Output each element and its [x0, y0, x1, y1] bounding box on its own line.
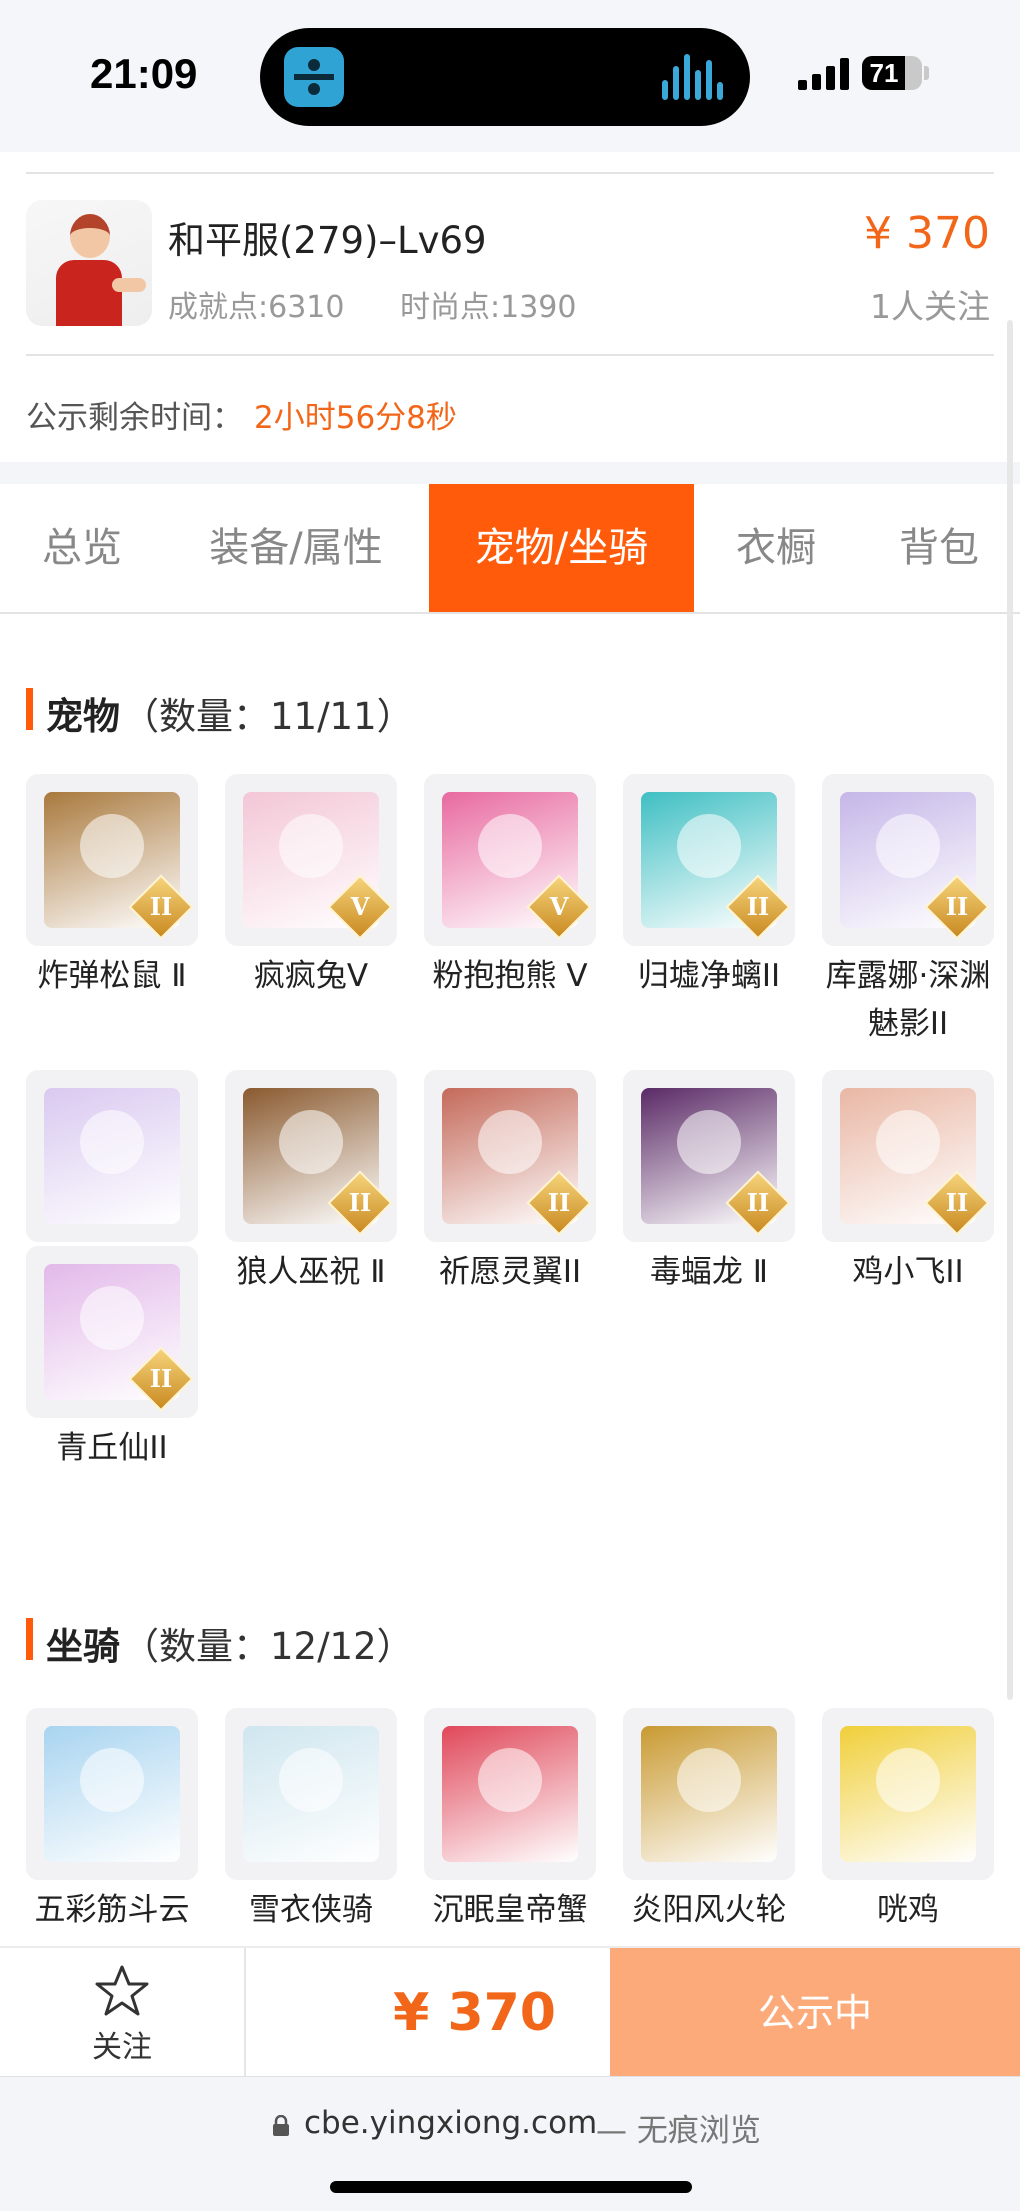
item-thumbnail: II — [26, 774, 198, 946]
item-thumbnail: V — [424, 774, 596, 946]
browser-address-bar[interactable]: cbe.yingxiong.com — 无痕浏览 — [0, 2076, 1020, 2211]
item-name: 咣鸡 — [877, 1892, 939, 1928]
tab-backpack[interactable]: 背包 — [858, 484, 1020, 612]
achievement-points: 成就点:6310 — [168, 290, 345, 325]
item-name: 祈愿灵翼II — [438, 1254, 582, 1290]
item-name: 疯疯兔V — [253, 958, 369, 994]
clock: 21:09 — [90, 50, 198, 97]
item-thumbnail — [26, 1708, 198, 1880]
battery-percent: 71 — [869, 58, 899, 88]
item-name: 炎阳风火轮 — [631, 1892, 787, 1928]
grade-text: II — [348, 1188, 372, 1217]
grade-text: II — [945, 892, 969, 921]
follow-button[interactable]: 关注 — [0, 1948, 244, 2078]
follower-count: 1人关注 — [870, 287, 990, 326]
item-thumbnail: II — [623, 1070, 795, 1242]
account-info-card: 和平服(279)–Lv69 ¥ 370 成就点:6310 时尚点:1390 1人… — [0, 152, 1020, 462]
public-status-button[interactable]: 公示中 — [610, 1948, 1020, 2078]
item-thumbnail — [225, 1708, 397, 1880]
grade-text: II — [945, 1188, 969, 1217]
pets-count: （数量：11/11） — [122, 695, 414, 738]
item-name: 沉眠皇帝蟹 — [432, 1892, 588, 1928]
tab-bar: 总览 装备/属性 宠物/坐骑 衣橱 背包 — [0, 484, 1020, 614]
item-name: 炸弹松鼠 Ⅱ — [37, 958, 187, 994]
signal-icon — [798, 56, 850, 90]
item-thumbnail — [623, 1708, 795, 1880]
url-text[interactable]: cbe.yingxiong.com — [304, 2105, 597, 2141]
pets-mounts-content: 宠物 （数量：11/11） II 炸弹松鼠 Ⅱ V 疯疯兔V V 粉抱抱熊 V II 归墟净螭… — [0, 614, 1020, 1946]
private-mode-label: — 无痕浏览 — [596, 2113, 761, 2149]
grade-text: II — [746, 1188, 770, 1217]
tab-wardrobe[interactable]: 衣橱 — [694, 484, 858, 612]
item-name: 雪衣侠骑 — [249, 1892, 373, 1928]
grade-text: II — [149, 1364, 173, 1393]
item-artwork — [641, 1726, 777, 1862]
item-thumbnail: V — [225, 774, 397, 946]
item-name: 库露娜·深渊魅影II — [825, 958, 991, 1042]
item-artwork — [840, 1726, 976, 1862]
pets-title: 宠物 — [46, 695, 120, 738]
account-price: ¥ 370 — [864, 208, 990, 259]
bottom-action-bar: 关注 ¥ 370 公示中 — [0, 1946, 1020, 2078]
item-thumbnail — [424, 1708, 596, 1880]
item-thumbnail — [822, 1708, 994, 1880]
countdown-value: 2小时56分8秒 — [254, 400, 457, 436]
status-bar: 21:09 71 — [0, 0, 1020, 152]
tab-equipment[interactable]: 装备/属性 — [164, 484, 428, 612]
battery-icon: 71 — [862, 56, 922, 90]
grade-text: II — [547, 1188, 571, 1217]
item-name: 归墟净螭II — [637, 958, 781, 994]
item-thumbnail: II — [26, 1246, 198, 1418]
dynamic-island — [260, 28, 750, 126]
app-icon — [284, 47, 344, 107]
item-thumbnail: II — [822, 1070, 994, 1242]
item-thumbnail: II — [822, 774, 994, 946]
item-thumbnail: II — [225, 1070, 397, 1242]
fashion-points: 时尚点:1390 — [400, 290, 577, 325]
item-name: 粉抱抱熊 V — [432, 958, 588, 994]
item-thumbnail — [26, 1070, 198, 1242]
item-name: 五彩筋斗云 — [34, 1892, 190, 1928]
bottom-price: ¥ 370 — [393, 1983, 556, 2043]
countdown-label: 公示剩余时间： — [26, 400, 243, 436]
audio-wave-icon — [662, 54, 726, 100]
star-icon — [95, 1965, 149, 2016]
grade-text: V — [549, 892, 569, 921]
home-indicator — [330, 2181, 692, 2193]
grade-text: II — [149, 892, 173, 921]
lock-icon — [273, 2115, 289, 2136]
item-name: 狼人巫祝 Ⅱ — [236, 1254, 386, 1290]
item-thumbnail: II — [424, 1070, 596, 1242]
grade-text: II — [746, 892, 770, 921]
server-level: 和平服(279)–Lv69 — [168, 219, 487, 262]
mounts-title: 坐骑 — [46, 1625, 120, 1668]
character-avatar — [26, 200, 152, 326]
follow-label: 关注 — [92, 2030, 152, 2065]
scrollbar[interactable] — [1007, 320, 1013, 1700]
tab-pets-mounts[interactable]: 宠物/坐骑 — [429, 484, 694, 612]
item-artwork — [44, 1726, 180, 1862]
item-artwork — [44, 1088, 180, 1224]
mounts-count: （数量：12/12） — [122, 1625, 414, 1668]
item-thumbnail: II — [623, 774, 795, 946]
item-name: 鸡小飞II — [852, 1254, 964, 1290]
tab-overview[interactable]: 总览 — [0, 484, 164, 612]
item-artwork — [243, 1726, 379, 1862]
item-name: 青丘仙II — [56, 1430, 168, 1466]
item-name: 毒蝠龙 Ⅱ — [649, 1254, 769, 1290]
item-artwork — [442, 1726, 578, 1862]
grade-text: V — [350, 892, 370, 921]
